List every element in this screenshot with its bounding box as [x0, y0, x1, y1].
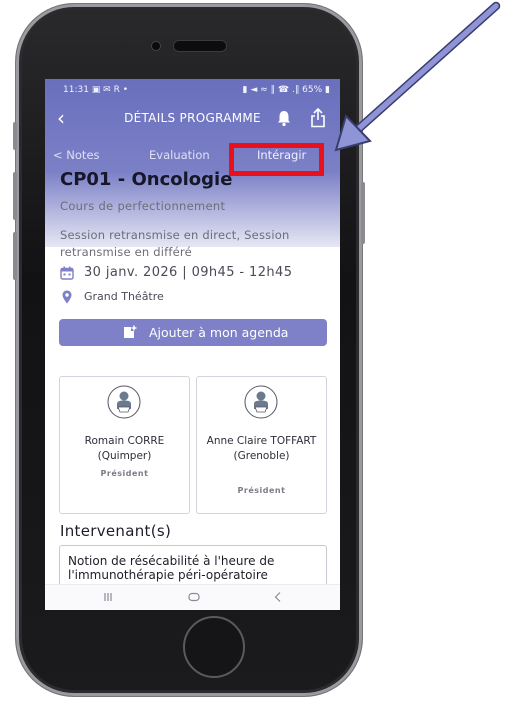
chair-name: Anne Claire TOFFART (Grenoble) — [206, 435, 317, 462]
location-pin-icon — [62, 290, 72, 304]
calendar-add-icon — [124, 325, 137, 338]
broadcast-info: Session retransmise en direct, Session r… — [60, 228, 290, 259]
top-navbar: ‹ DÉTAILS PROGRAMME — [45, 105, 340, 133]
recent-apps-icon[interactable] — [101, 590, 115, 604]
system-nav-bar — [45, 584, 340, 610]
session-title: CP01 - Oncologie — [60, 169, 233, 190]
chair-name: Romain CORRE (Quimper) — [84, 435, 165, 462]
speakers-heading: Intervenant(s) — [60, 522, 172, 540]
back-icon[interactable] — [271, 590, 285, 604]
session-datetime: 30 janv. 2026 | 09h45 - 12h45 — [84, 265, 293, 280]
chair-role: Président — [100, 469, 149, 478]
person-avatar-icon — [107, 385, 141, 419]
volume-down-button — [13, 232, 17, 280]
person-avatar-icon — [244, 385, 278, 419]
home-button[interactable] — [183, 616, 245, 678]
chair-card[interactable]: Romain CORRE (Quimper) Président — [59, 376, 190, 514]
chair-role: Président — [237, 486, 286, 495]
status-indicators: ▮ ◄ ≈ ∥ ☎ .∥ 65% ▮ — [242, 85, 330, 95]
talk-card[interactable]: Notion de résécabilité à l'heure de l'im… — [59, 545, 327, 587]
session-type: Cours de perfectionnement — [60, 199, 226, 213]
session-location: Grand Théâtre — [84, 290, 164, 303]
tab-evaluation[interactable]: Evaluation — [149, 148, 210, 162]
add-to-agenda-label: Ajouter à mon agenda — [149, 325, 289, 340]
home-icon[interactable] — [187, 590, 201, 604]
calendar-icon — [60, 266, 74, 280]
status-bar: 11:31 ▣ ✉ R • ▮ ◄ ≈ ∥ ☎ .∥ 65% ▮ — [45, 85, 340, 99]
chair-card[interactable]: Anne Claire TOFFART (Grenoble) Président — [196, 376, 327, 514]
add-to-agenda-button[interactable]: Ajouter à mon agenda — [59, 319, 327, 346]
interagir-highlight-box — [229, 143, 324, 176]
front-camera — [151, 41, 161, 51]
tab-notes[interactable]: < Notes — [53, 148, 100, 162]
volume-up-button — [13, 172, 17, 220]
power-button — [361, 182, 365, 244]
pointer-arrow-icon — [334, 1, 501, 152]
status-time: 11:31 ▣ ✉ R • — [63, 85, 129, 95]
bell-icon[interactable] — [275, 109, 293, 127]
silent-switch — [13, 122, 17, 150]
talk-title: Notion de résécabilité à l'heure de l'im… — [68, 554, 275, 582]
page-title: DÉTAILS PROGRAMME — [124, 111, 261, 125]
earpiece-speaker — [173, 40, 227, 52]
